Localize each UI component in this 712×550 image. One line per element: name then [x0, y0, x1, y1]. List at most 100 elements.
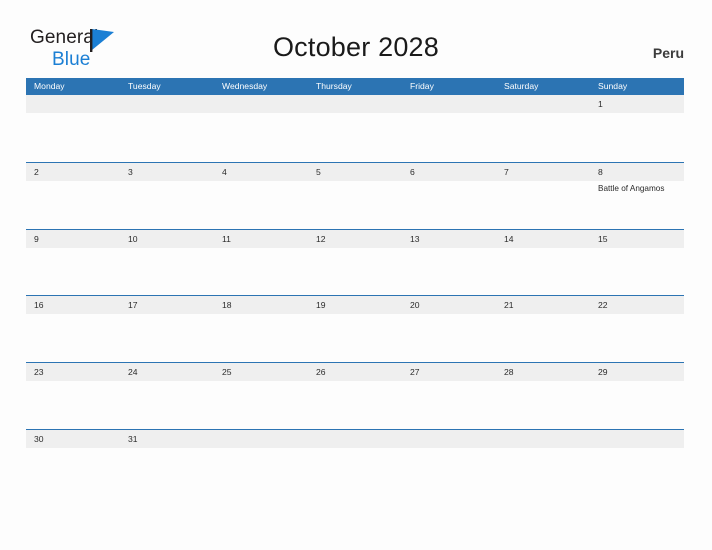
day-cell-15[interactable]: 15: [590, 230, 684, 296]
day-number: 17: [128, 300, 138, 311]
day-number: 5: [316, 166, 321, 177]
day-cell-12[interactable]: 12: [308, 230, 402, 296]
day-cell-empty: [496, 95, 590, 162]
day-cell-29[interactable]: 29: [590, 363, 684, 429]
page-title: October 2028: [272, 32, 439, 62]
weekday-header-friday: Friday: [410, 81, 434, 91]
day-number: 18: [222, 300, 232, 311]
calendar-grid: Monday Tuesday Wednesday Thursday Friday Satu…: [26, 78, 684, 496]
day-number: [316, 433, 402, 445]
day-number: 21: [504, 300, 514, 311]
weekday-header-wednesday: Wednesday: [222, 81, 268, 91]
day-cell-31[interactable]: 31: [120, 430, 214, 496]
day-cell-20[interactable]: 20: [402, 296, 496, 362]
day-cell-empty: [402, 95, 496, 162]
calendar-week-row: 23 24 25 26 27 28 29: [26, 362, 684, 429]
weekday-header-row: Monday Tuesday Wednesday Thursday Friday Satu…: [26, 78, 684, 95]
weekday-header-saturday: Saturday: [504, 81, 539, 91]
week-row-cells: 9 10 11 12 13 14 15: [26, 230, 684, 296]
week-row-cells: 2 3 4 5 6 7 8 Battle of Angamos: [26, 163, 684, 229]
day-cell-empty: [590, 430, 684, 496]
calendar-week-row: 16 17 18 19 20 21 22: [26, 295, 684, 363]
day-cell-empty: [214, 430, 308, 496]
day-number: [128, 98, 214, 110]
day-number: 2: [34, 166, 39, 177]
day-cell-14[interactable]: 14: [496, 230, 590, 296]
calendar-week-row: 1: [26, 95, 684, 162]
day-cell-4[interactable]: 4: [214, 163, 308, 229]
day-cell-13[interactable]: 13: [402, 230, 496, 296]
day-number: 4: [222, 166, 227, 177]
day-number: 10: [128, 233, 138, 244]
day-number: 15: [598, 233, 608, 244]
day-number: 28: [504, 367, 514, 378]
day-cell-3[interactable]: 3: [120, 163, 214, 229]
day-cell-28[interactable]: 28: [496, 363, 590, 429]
day-number: 7: [504, 166, 509, 177]
calendar-week-row: 30 31: [26, 428, 684, 496]
week-row-cells: 23 24 25 26 27 28 29: [26, 363, 684, 429]
day-cell-21[interactable]: 21: [496, 296, 590, 362]
day-cell-30[interactable]: 30: [26, 430, 120, 496]
day-number: 14: [504, 233, 514, 244]
day-events: Battle of Angamos: [598, 183, 684, 194]
day-number: 13: [410, 233, 420, 244]
day-number: [410, 98, 496, 110]
calendar-week-row: 2 3 4 5 6 7 8 Battle of Angamos: [26, 161, 684, 229]
day-cell-18[interactable]: 18: [214, 296, 308, 362]
weekday-header-sunday: Sunday: [598, 81, 628, 91]
day-cell-19[interactable]: 19: [308, 296, 402, 362]
day-cell-10[interactable]: 10: [120, 230, 214, 296]
day-number: [34, 98, 120, 110]
day-number: [410, 433, 496, 445]
weekday-header-monday: Monday: [34, 81, 65, 91]
calendar-page: General Blue October 2028 Peru Monday Tue…: [0, 0, 712, 550]
day-cell-11[interactable]: 11: [214, 230, 308, 296]
day-cell-6[interactable]: 6: [402, 163, 496, 229]
day-cell-23[interactable]: 23: [26, 363, 120, 429]
day-number: [504, 98, 590, 110]
day-cell-8[interactable]: 8 Battle of Angamos: [590, 163, 684, 229]
day-cell-empty: [308, 430, 402, 496]
day-number: 23: [34, 367, 44, 378]
calendar-week-row: 9 10 11 12 13 14 15: [26, 228, 684, 296]
day-number: 22: [598, 300, 608, 311]
day-cell-empty: [308, 95, 402, 162]
calendar-weeks: 1 2 3 4 5 6 7 8 Battle of Angamos 9 10 11 12 13 14 15 16…: [26, 95, 684, 496]
day-number: 29: [598, 367, 608, 378]
day-number: [504, 433, 590, 445]
day-number: 19: [316, 300, 326, 311]
day-cell-27[interactable]: 27: [402, 363, 496, 429]
day-number: 24: [128, 367, 138, 378]
day-number: 1: [598, 99, 603, 109]
week-row-cells: 1: [26, 95, 684, 162]
day-number: 27: [410, 367, 420, 378]
day-cell-24[interactable]: 24: [120, 363, 214, 429]
day-number: 31: [128, 433, 138, 444]
day-number: [222, 433, 308, 445]
day-cell-16[interactable]: 16: [26, 296, 120, 362]
day-number: [598, 433, 684, 445]
day-cell-26[interactable]: 26: [308, 363, 402, 429]
day-cell-9[interactable]: 9: [26, 230, 120, 296]
day-cell-22[interactable]: 22: [590, 296, 684, 362]
holiday-event: Battle of Angamos: [598, 183, 665, 193]
weekday-header-tuesday: Tuesday: [128, 81, 161, 91]
week-row-cells: 16 17 18 19 20 21 22: [26, 296, 684, 362]
day-cell-empty: [26, 95, 120, 162]
day-number: 11: [222, 233, 231, 244]
day-cell-7[interactable]: 7: [496, 163, 590, 229]
day-cell-1[interactable]: 1: [590, 95, 684, 162]
day-number: 30: [34, 433, 44, 444]
day-cell-empty: [402, 430, 496, 496]
day-number: 3: [128, 166, 133, 177]
day-cell-25[interactable]: 25: [214, 363, 308, 429]
day-cell-empty: [120, 95, 214, 162]
day-cell-5[interactable]: 5: [308, 163, 402, 229]
day-number: [222, 98, 308, 110]
day-cell-17[interactable]: 17: [120, 296, 214, 362]
day-cell-empty: [214, 95, 308, 162]
day-number: 9: [34, 233, 39, 244]
weekday-header-thursday: Thursday: [316, 81, 352, 91]
day-cell-2[interactable]: 2: [26, 163, 120, 229]
